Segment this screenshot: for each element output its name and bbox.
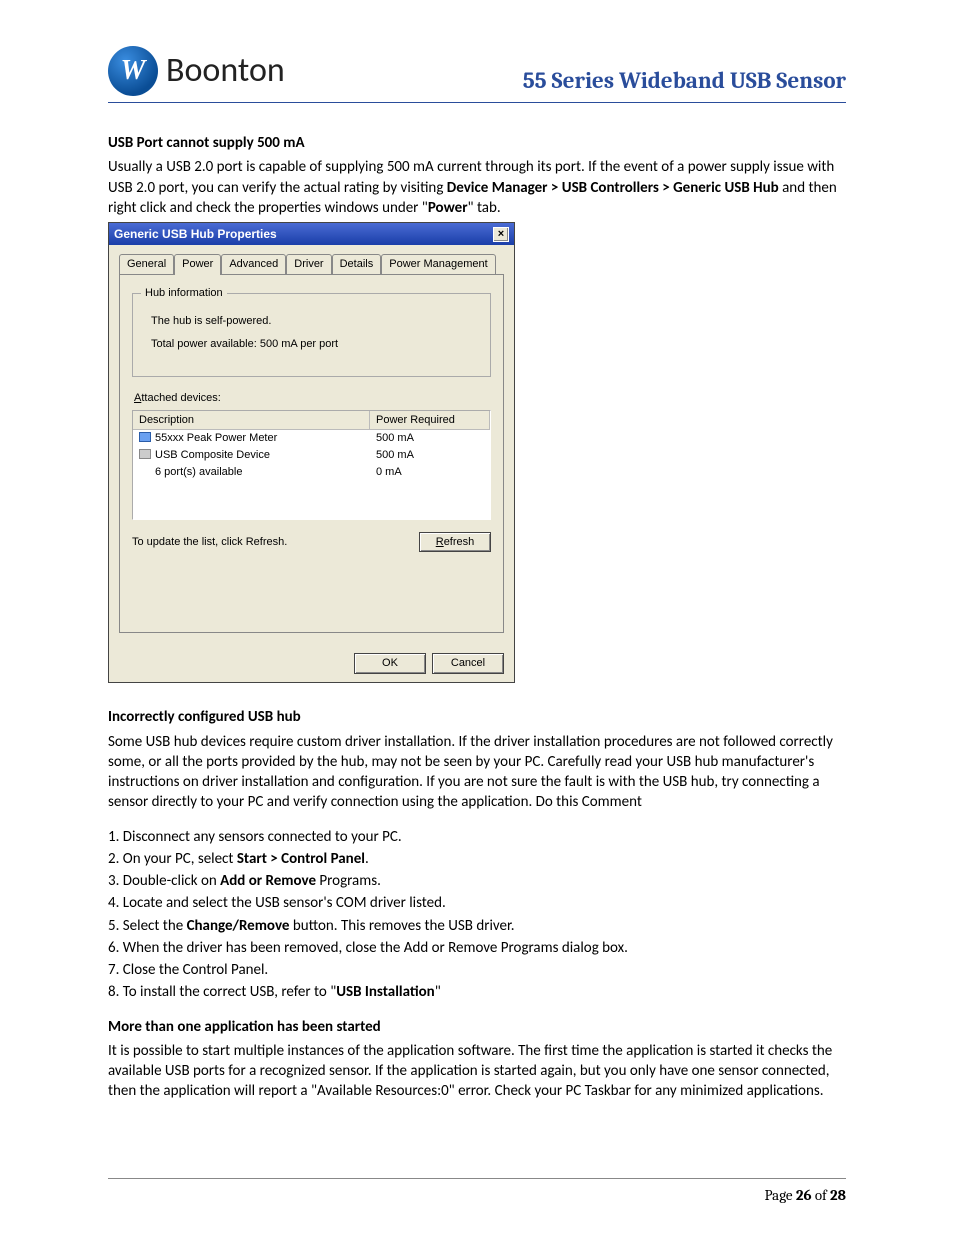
section1-bold-power: Power — [428, 199, 468, 217]
device-icon — [139, 432, 151, 442]
close-button[interactable]: × — [493, 227, 509, 242]
document-title: 55 Series Wideband USB Sensor — [523, 65, 846, 96]
row2-desc: 6 port(s) available — [155, 466, 242, 478]
section2-paragraph: Some USB hub devices require custom driv… — [108, 732, 846, 813]
step-8: 8. To install the correct USB, refer to … — [108, 982, 846, 1002]
dialog-tabs: General Power Advanced Driver Details Po… — [119, 254, 504, 275]
row0-power: 500 mA — [370, 430, 490, 447]
list-item[interactable]: 55xxx Peak Power Meter 500 mA — [133, 430, 490, 447]
section3-heading: More than one application has been start… — [108, 1018, 381, 1036]
section1-bold-path: Device Manager > USB Controllers > Gener… — [447, 179, 779, 197]
hub-total-power-text: Total power available: 500 mA per port — [151, 337, 478, 352]
step-1: 1. Disconnect any sensors connected to y… — [108, 827, 846, 847]
page-footer: Page 26 of 28 — [108, 1178, 846, 1205]
row2-power: 0 mA — [370, 464, 490, 481]
section3-paragraph: It is possible to start multiple instanc… — [108, 1041, 846, 1102]
list-header: Description Power Required — [133, 411, 490, 431]
brand-logo: W Boonton — [108, 46, 285, 96]
row1-desc: USB Composite Device — [155, 449, 270, 461]
section2-heading: Incorrectly configured USB hub — [108, 708, 301, 726]
dialog-titlebar: Generic USB Hub Properties × — [109, 223, 514, 245]
refresh-hint: To update the list, click Refresh. — [132, 535, 287, 550]
tab-pane-power: Hub information The hub is self-powered.… — [119, 274, 504, 633]
logo-mark-icon: W — [108, 46, 158, 96]
footer-mid: of — [812, 1186, 831, 1204]
row1-power: 500 mA — [370, 447, 490, 464]
attached-devices-label: Attached devices: — [134, 391, 491, 406]
hub-self-powered-text: The hub is self-powered. — [151, 314, 478, 329]
tab-advanced[interactable]: Advanced — [221, 254, 286, 275]
step-6: 6. When the driver has been removed, clo… — [108, 938, 846, 958]
steps-list: 1. Disconnect any sensors connected to y… — [108, 827, 846, 1003]
refresh-button[interactable]: Refresh — [419, 532, 491, 553]
cancel-button[interactable]: Cancel — [432, 653, 504, 674]
device-icon — [139, 449, 151, 459]
footer-current-page: 26 — [796, 1186, 812, 1204]
page-header: W Boonton 55 Series Wideband USB Sensor — [108, 46, 846, 103]
list-item[interactable]: USB Composite Device 500 mA — [133, 447, 490, 464]
step-4: 4. Locate and select the USB sensor's CO… — [108, 893, 846, 913]
attached-devices-list[interactable]: Description Power Required 55xxx Peak Po… — [132, 410, 491, 520]
footer-prefix: Page — [764, 1186, 795, 1204]
ok-button[interactable]: OK — [354, 653, 426, 674]
group-legend: Hub information — [141, 286, 227, 301]
tab-power[interactable]: Power — [174, 254, 221, 275]
section1-text-c: " tab. — [468, 199, 501, 217]
step-5: 5. Select the Change/Remove button. This… — [108, 916, 846, 936]
col-power-required: Power Required — [370, 411, 490, 430]
refresh-rest: efresh — [444, 536, 475, 548]
tab-power-management[interactable]: Power Management — [381, 254, 495, 275]
hub-information-group: Hub information The hub is self-powered.… — [132, 293, 491, 377]
section1-heading: USB Port cannot supply 500 mA — [108, 134, 305, 152]
col-description: Description — [133, 411, 370, 430]
step-2: 2. On your PC, select Start > Control Pa… — [108, 849, 846, 869]
section1-paragraph: Usually a USB 2.0 port is capable of sup… — [108, 157, 846, 218]
tab-general[interactable]: General — [119, 254, 174, 275]
attached-label-rest: ttached devices: — [141, 392, 221, 404]
logo-text: Boonton — [166, 48, 285, 94]
step-7: 7. Close the Control Panel. — [108, 960, 846, 980]
refresh-key: R — [436, 536, 444, 548]
footer-total-pages: 28 — [830, 1186, 846, 1204]
dialog-title: Generic USB Hub Properties — [114, 226, 277, 242]
usb-hub-properties-dialog: Generic USB Hub Properties × General Pow… — [108, 222, 515, 683]
list-item[interactable]: 6 port(s) available 0 mA — [133, 464, 490, 481]
step-3: 3. Double-click on Add or Remove Program… — [108, 871, 846, 891]
tab-driver[interactable]: Driver — [286, 254, 331, 275]
row0-desc: 55xxx Peak Power Meter — [155, 432, 277, 444]
tab-details[interactable]: Details — [332, 254, 382, 275]
